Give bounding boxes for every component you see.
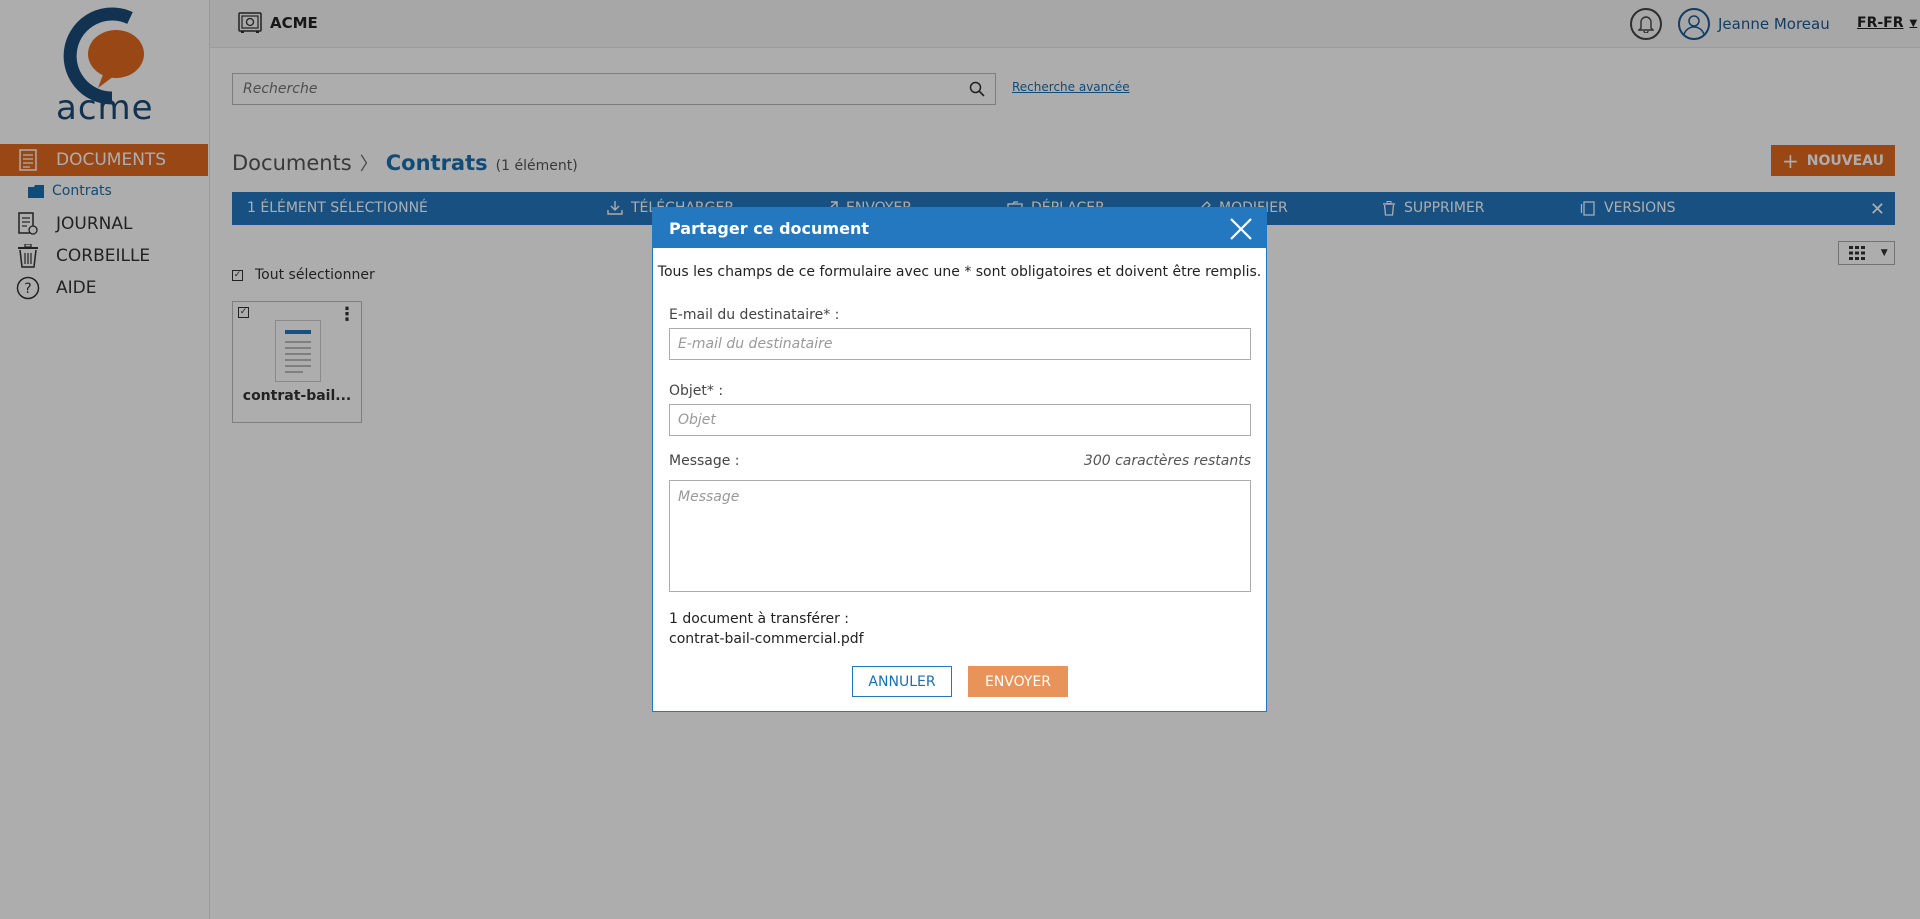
send-button[interactable]: ENVOYER <box>968 666 1068 697</box>
message-label: Message : <box>669 453 740 469</box>
transfer-count: 1 document à transférer : <box>669 611 849 627</box>
subject-field[interactable] <box>669 404 1251 436</box>
modal-header: Partager ce document <box>653 208 1266 248</box>
email-label: E-mail du destinataire* : <box>669 307 840 323</box>
subject-label: Objet* : <box>669 383 724 399</box>
close-icon[interactable] <box>1228 216 1254 242</box>
email-field[interactable] <box>669 328 1251 360</box>
chars-remaining: 300 caractères restants <box>1083 453 1251 469</box>
share-document-modal: Partager ce document Tous les champs de … <box>652 207 1267 712</box>
cancel-button[interactable]: ANNULER <box>852 666 952 697</box>
transfer-summary: 1 document à transférer : contrat-bail-c… <box>669 609 864 649</box>
transfer-file-name: contrat-bail-commercial.pdf <box>669 631 864 647</box>
form-instructions: Tous les champs de ce formulaire avec un… <box>657 264 1262 280</box>
modal-title: Partager ce document <box>669 218 869 238</box>
message-field[interactable] <box>669 480 1251 592</box>
